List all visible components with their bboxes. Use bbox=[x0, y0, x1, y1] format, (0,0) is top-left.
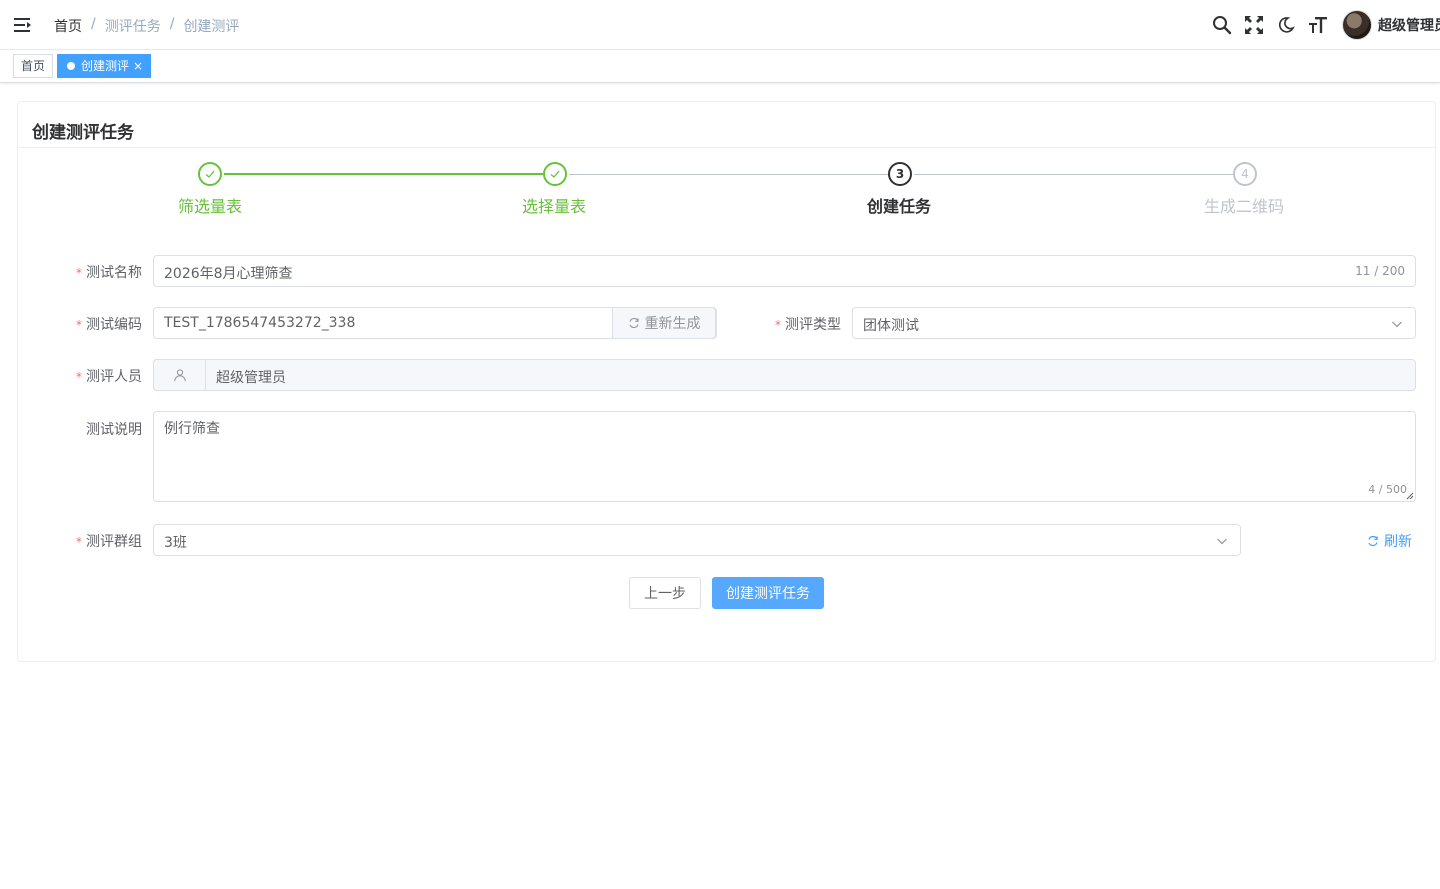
step-3-title: 创建任务 bbox=[866, 197, 931, 216]
step-1-check-icon bbox=[198, 162, 222, 186]
eval-type-select[interactable]: 团体测试 bbox=[852, 307, 1416, 339]
evaluator-input: 超级管理员 bbox=[153, 359, 1416, 391]
create-task-button[interactable]: 创建测评任务 bbox=[712, 577, 824, 609]
required-mark: * bbox=[76, 318, 82, 332]
description-count: 4 / 500 bbox=[1368, 483, 1407, 496]
required-mark: * bbox=[76, 370, 82, 384]
required-mark: * bbox=[76, 266, 82, 280]
search-icon[interactable] bbox=[1206, 0, 1238, 50]
chevron-down-icon bbox=[1391, 318, 1403, 334]
refresh-icon bbox=[1368, 535, 1378, 547]
refresh-groups-link[interactable]: 刷新 bbox=[1367, 531, 1412, 551]
chevron-down-icon bbox=[1216, 535, 1228, 551]
step-line bbox=[569, 174, 890, 175]
eval-group-value: 3班 bbox=[164, 535, 187, 551]
moon-icon[interactable] bbox=[1270, 0, 1302, 50]
label-eval-type: * 测评类型 bbox=[717, 314, 841, 334]
card-header: 创建测评任务 bbox=[18, 102, 1435, 148]
breadcrumb-home[interactable]: 首页 bbox=[54, 16, 82, 36]
regenerate-button[interactable]: 重新生成 bbox=[612, 307, 716, 339]
font-size-icon[interactable] bbox=[1302, 0, 1334, 50]
evaluator-value: 超级管理员 bbox=[216, 370, 286, 386]
refresh-icon bbox=[628, 317, 639, 329]
step-4-icon: 4 bbox=[1233, 162, 1257, 186]
label-text: 测试说明 bbox=[86, 422, 142, 438]
label-text: 测评群组 bbox=[86, 534, 142, 550]
navbar: 首页 / 测评任务 / 创建测评 超级管理员 bbox=[0, 0, 1440, 50]
tag-label: 创建测评 bbox=[81, 59, 130, 73]
step-2-check-icon bbox=[543, 162, 567, 186]
label-text: 测试编码 bbox=[86, 317, 142, 333]
test-name-value: 2026年8月心理筛查 bbox=[164, 266, 293, 282]
username[interactable]: 超级管理员 bbox=[1378, 15, 1440, 35]
required-mark: * bbox=[775, 318, 781, 332]
step-line-done bbox=[224, 173, 545, 175]
test-code-value: TEST_1786547453272_338 bbox=[164, 315, 356, 331]
step-2-title: 选择量表 bbox=[521, 197, 586, 216]
breadcrumb: 首页 / 测评任务 / 创建测评 bbox=[54, 16, 239, 36]
steps: 筛选量表 选择量表 3 创建任务 4 生成二维码 bbox=[18, 160, 1437, 220]
required-mark: * bbox=[76, 535, 82, 549]
hamburger-icon[interactable] bbox=[14, 16, 32, 34]
description-textarea[interactable]: 例行筛查 4 / 500 bbox=[153, 411, 1416, 502]
tags-view: 首页 创建测评 × bbox=[0, 50, 1440, 83]
step-3-icon: 3 bbox=[888, 162, 912, 186]
breadcrumb-current: 创建测评 bbox=[183, 19, 240, 35]
page-title: 创建测评任务 bbox=[32, 123, 134, 143]
fullscreen-icon[interactable] bbox=[1238, 0, 1270, 50]
label-text: 测评类型 bbox=[785, 317, 841, 333]
eval-group-select[interactable]: 3班 bbox=[153, 524, 1241, 556]
label-test-code: * 测试编码 bbox=[18, 314, 142, 334]
step-line bbox=[914, 174, 1235, 175]
step-4-title: 生成二维码 bbox=[1203, 197, 1284, 216]
avatar[interactable] bbox=[1342, 10, 1372, 40]
active-dot bbox=[67, 62, 75, 70]
create-task-card: 创建测评任务 筛选量表 选择量表 3 创建任务 4 生成二维码 * 测试名称 20… bbox=[17, 101, 1436, 662]
prev-step-button[interactable]: 上一步 bbox=[629, 577, 701, 609]
regenerate-label: 重新生成 bbox=[644, 316, 701, 332]
right-menu: 超级管理员 bbox=[1206, 0, 1440, 50]
label-text: 测评人员 bbox=[86, 369, 142, 385]
user-icon bbox=[153, 359, 206, 391]
label-test-name: * 测试名称 bbox=[18, 262, 142, 282]
tag-create-evaluation[interactable]: 创建测评 × bbox=[57, 54, 152, 78]
label-evaluator: * 测评人员 bbox=[18, 366, 142, 386]
test-name-count: 11 / 200 bbox=[1355, 264, 1405, 278]
resize-handle-icon[interactable] bbox=[1406, 492, 1414, 500]
close-icon[interactable]: × bbox=[133, 59, 143, 73]
breadcrumb-separator: / bbox=[169, 16, 175, 32]
eval-type-value: 团体测试 bbox=[863, 318, 919, 334]
refresh-label: 刷新 bbox=[1384, 534, 1412, 550]
label-eval-group: * 测评群组 bbox=[18, 531, 142, 551]
label-description: 测试说明 bbox=[18, 419, 142, 439]
test-name-input[interactable]: 2026年8月心理筛查 11 / 200 bbox=[153, 255, 1416, 287]
breadcrumb-separator: / bbox=[91, 16, 96, 32]
description-value: 例行筛查 bbox=[164, 421, 220, 437]
label-text: 测试名称 bbox=[86, 265, 142, 281]
test-code-input[interactable]: TEST_1786547453272_338 重新生成 bbox=[153, 307, 717, 339]
breadcrumb-parent[interactable]: 测评任务 bbox=[105, 16, 161, 36]
step-1-title: 筛选量表 bbox=[177, 197, 242, 216]
tag-home[interactable]: 首页 bbox=[13, 54, 54, 78]
